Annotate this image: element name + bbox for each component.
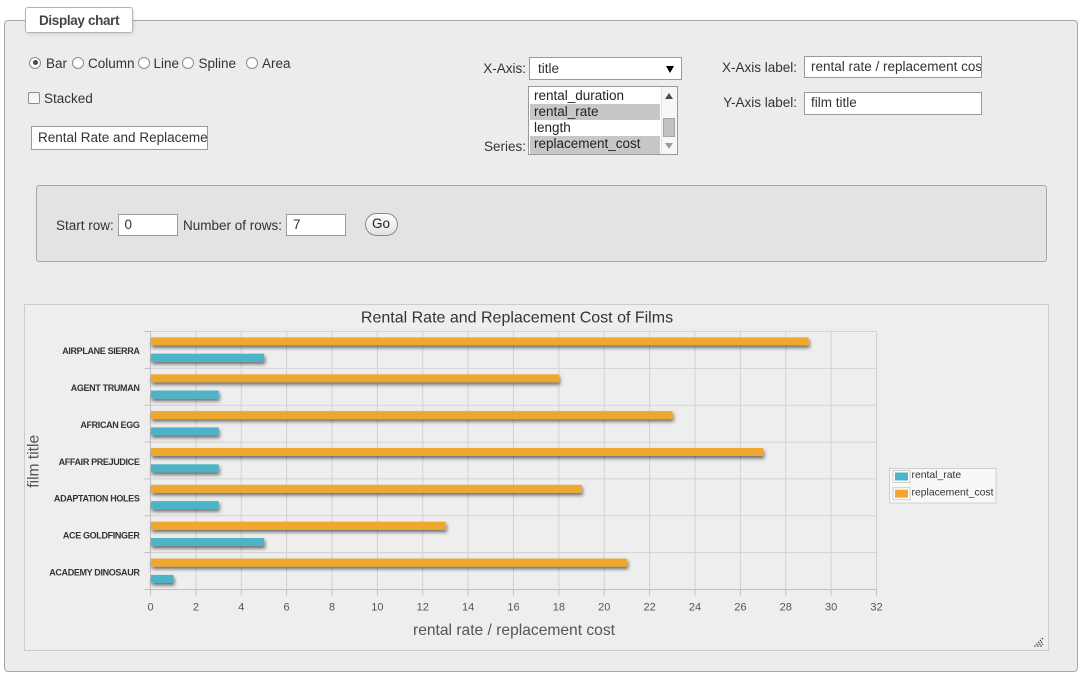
svg-text:rental_rate: rental_rate: [912, 470, 962, 481]
svg-text:6: 6: [284, 602, 290, 614]
svg-text:AFRICAN EGG: AFRICAN EGG: [80, 420, 139, 430]
svg-text:4: 4: [238, 602, 244, 614]
svg-text:30: 30: [825, 602, 837, 614]
svg-text:replacement_cost: replacement_cost: [912, 487, 994, 498]
svg-text:AGENT TRUMAN: AGENT TRUMAN: [71, 383, 140, 393]
svg-text:Rental Rate and Replacement Co: Rental Rate and Replacement Cost of Film…: [361, 310, 673, 327]
svg-text:22: 22: [643, 602, 655, 614]
svg-text:32: 32: [870, 602, 882, 614]
svg-text:ACADEMY DINOSAUR: ACADEMY DINOSAUR: [49, 567, 140, 577]
svg-text:12: 12: [417, 602, 429, 614]
svg-text:ADAPTATION HOLES: ADAPTATION HOLES: [54, 494, 140, 504]
svg-text:AIRPLANE SIERRA: AIRPLANE SIERRA: [62, 346, 140, 356]
svg-text:10: 10: [371, 602, 383, 614]
svg-text:14: 14: [462, 602, 474, 614]
svg-text:28: 28: [780, 602, 792, 614]
svg-text:18: 18: [553, 602, 565, 614]
svg-text:26: 26: [734, 602, 746, 614]
svg-text:24: 24: [689, 602, 701, 614]
svg-text:0: 0: [147, 602, 153, 614]
svg-text:rental rate / replacement cost: rental rate / replacement cost: [413, 622, 616, 639]
svg-text:AFFAIR PREJUDICE: AFFAIR PREJUDICE: [59, 457, 140, 467]
svg-text:2: 2: [193, 602, 199, 614]
svg-text:8: 8: [329, 602, 335, 614]
svg-text:16: 16: [507, 602, 519, 614]
svg-text:film title: film title: [26, 435, 43, 488]
svg-text:20: 20: [598, 602, 610, 614]
svg-text:ACE GOLDFINGER: ACE GOLDFINGER: [63, 531, 140, 541]
